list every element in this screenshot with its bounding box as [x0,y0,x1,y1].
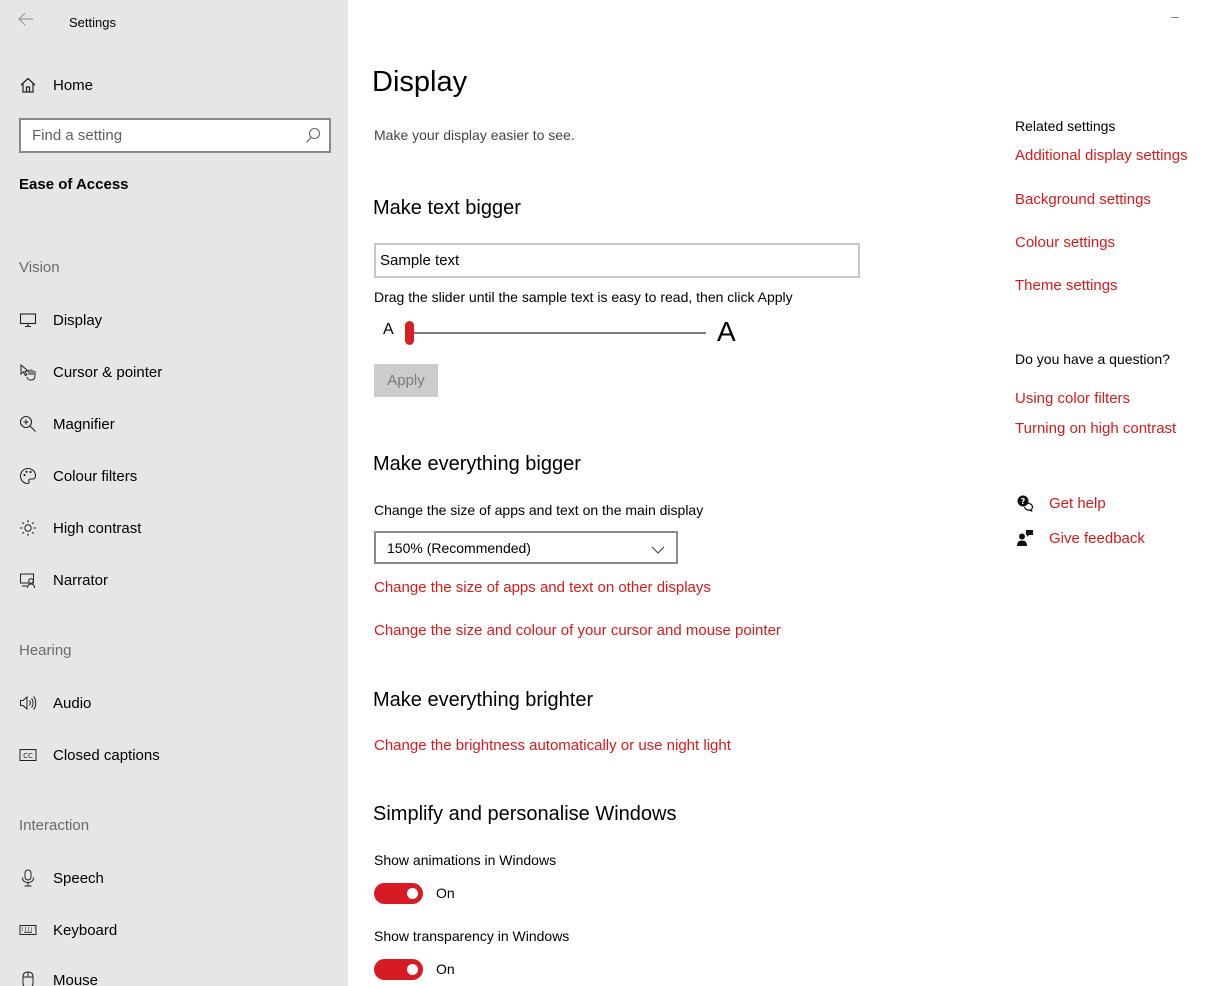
section-title: Ease of Access [19,176,129,193]
sidebar-item-display[interactable]: Display [18,306,338,334]
sidebar-item-narrator[interactable]: Narrator [18,566,338,594]
title-bar: Settings [0,0,348,46]
sidebar-item-label: Magnifier [53,415,115,433]
link-cursor-size[interactable]: Change the size and colour of your curso… [374,622,781,639]
scale-dropdown[interactable]: 150% (Recommended) [374,531,678,564]
animations-toggle[interactable] [374,882,423,904]
transparency-toggle[interactable] [374,958,423,980]
mouse-icon [18,970,38,986]
cursor-pointer-icon [18,362,38,382]
sidebar-item-keyboard[interactable]: Keyboard [18,916,338,944]
toggle-knob [407,887,418,899]
slider-track[interactable] [410,332,706,334]
link-get-help[interactable]: Get help [1049,495,1106,512]
animations-label: Show animations in Windows [374,852,557,868]
keyboard-icon [18,920,38,940]
sidebar-home[interactable]: Home [18,72,338,98]
give-feedback-row[interactable]: Give feedback [1015,527,1145,549]
link-brightness-night-light[interactable]: Change the brightness automatically or u… [374,737,731,754]
sidebar-item-label: Cursor & pointer [53,363,163,381]
svg-text:CC: CC [23,752,33,760]
group-label-vision: Vision [19,259,60,276]
give-feedback-icon [1015,528,1035,548]
sidebar-item-colour-filters[interactable]: Colour filters [18,462,338,490]
question-title: Do you have a question? [1015,351,1170,367]
text-size-slider[interactable]: A A [382,316,742,352]
sidebar-item-label: Keyboard [53,921,118,939]
app-title: Settings [69,15,116,30]
link-turning-on-high-contrast[interactable]: Turning on high contrast [1015,420,1176,437]
link-using-color-filters[interactable]: Using color filters [1015,390,1130,407]
related-settings-title: Related settings [1015,118,1116,134]
page-subtitle: Make your display easier to see. [374,127,575,143]
heading-make-everything-bigger: Make everything bigger [373,453,581,475]
heading-make-text-bigger: Make text bigger [373,197,521,219]
sidebar-item-closed-captions[interactable]: CC Closed captions [18,741,338,769]
link-colour-settings[interactable]: Colour settings [1015,234,1115,251]
audio-icon [18,693,38,713]
sidebar-item-label: Display [53,311,103,329]
microphone-icon [18,868,38,888]
heading-make-everything-brighter: Make everything brighter [373,689,594,711]
sidebar-item-cursor-pointer[interactable]: Cursor & pointer [18,358,338,386]
sidebar-item-high-contrast[interactable]: High contrast [18,514,338,542]
group-label-interaction: Interaction [19,817,90,834]
group-label-hearing: Hearing [19,642,72,659]
dropdown-value: 150% (Recommended) [387,539,531,556]
sample-text-box: Sample text [374,243,860,278]
magnifier-icon [18,414,38,434]
chevron-down-icon [651,542,665,554]
back-arrow-icon[interactable] [18,12,34,32]
sidebar-item-label: Colour filters [53,467,138,485]
link-other-displays[interactable]: Change the size of apps and text on othe… [374,579,711,596]
high-contrast-icon [18,518,38,538]
get-help-icon: ? [1015,493,1035,513]
search-box[interactable] [19,118,331,153]
toggle-knob [407,963,418,975]
transparency-label: Show transparency in Windows [374,928,570,944]
sidebar-item-label: High contrast [53,519,142,537]
search-input[interactable] [21,120,301,151]
minimize-button[interactable]: – [1166,8,1184,24]
narrator-icon [18,570,38,590]
link-give-feedback[interactable]: Give feedback [1049,530,1145,547]
search-icon[interactable] [305,127,321,145]
sidebar-item-label: Speech [53,869,104,887]
sidebar-item-audio[interactable]: Audio [18,689,338,717]
link-theme-settings[interactable]: Theme settings [1015,277,1118,294]
transparency-state: On [436,961,455,977]
home-icon [18,75,38,95]
animations-state: On [436,885,455,901]
svg-text:?: ? [1021,497,1026,506]
sidebar-item-mouse[interactable]: Mouse [18,966,338,986]
sidebar-item-magnifier[interactable]: Magnifier [18,410,338,438]
small-a-label: A [383,321,394,338]
link-additional-display-settings[interactable]: Additional display settings [1015,147,1188,164]
sidebar-item-label: Mouse [53,971,99,986]
animations-toggle-row[interactable]: On [374,882,455,904]
monitor-icon [18,310,38,330]
page-title: Display [372,66,468,98]
home-label: Home [53,76,94,94]
sidebar: Settings Home Ease of Access Vision Disp… [0,0,348,986]
scale-label: Change the size of apps and text on the … [374,502,704,518]
sidebar-item-label: Audio [53,694,92,712]
heading-simplify-personalise: Simplify and personalise Windows [373,803,677,825]
slider-thumb[interactable] [405,321,414,345]
sidebar-item-label: Closed captions [53,746,160,764]
link-background-settings[interactable]: Background settings [1015,191,1151,208]
transparency-toggle-row[interactable]: On [374,958,455,980]
sidebar-item-label: Narrator [53,571,109,589]
colour-filters-icon [18,466,38,486]
slider-hint: Drag the slider until the sample text is… [374,289,793,305]
get-help-row[interactable]: ? Get help [1015,492,1106,514]
large-a-label: A [717,316,736,347]
sidebar-item-speech[interactable]: Speech [18,864,338,892]
closed-captions-icon: CC [18,745,38,765]
apply-button[interactable]: Apply [374,364,438,397]
